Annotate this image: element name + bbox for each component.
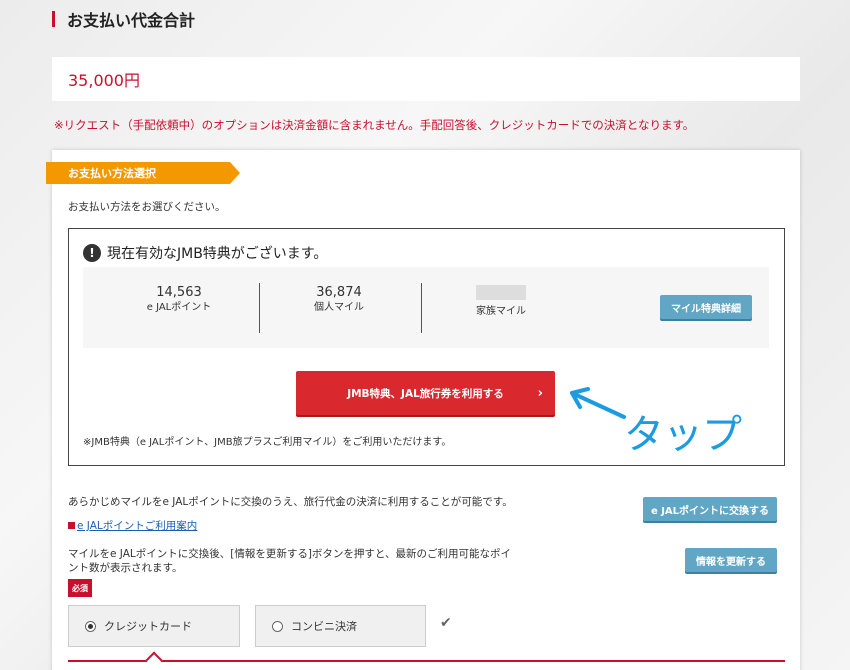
selected-option-underline [68, 660, 785, 662]
use-jmb-benefit-label: JMB特典、JAL旅行券を利用する [347, 387, 504, 400]
required-badge: 必須 [68, 579, 92, 597]
stat-value: 36,874 [316, 285, 362, 300]
title-accent-bar [52, 11, 55, 27]
stat-value: 14,563 [156, 285, 202, 300]
option-credit-card[interactable]: クレジットカード [68, 605, 240, 647]
stat-family-miles: 家族マイル [421, 285, 581, 319]
jmb-heading-text: 現在有効なJMB特典がございます。 [107, 246, 328, 262]
exchange-description: あらかじめマイルをe JALポイントに交換のうえ、旅行代金の決済に利用することが… [68, 496, 513, 508]
update-description-line1: マイルをe JALポイントに交換後、[情報を更新する]ボタンを押すと、最新のご利… [68, 548, 512, 560]
stat-label: 個人マイル [314, 302, 364, 313]
page-title: お支払い代金合計 [52, 8, 195, 30]
option-label: コンビニ決済 [291, 620, 357, 633]
page-title-text: お支払い代金合計 [67, 11, 196, 30]
chevron-right-icon: › [537, 385, 543, 401]
option-convenience-store[interactable]: コンビニ決済 [255, 605, 426, 647]
total-amount-box: 35,000円 [52, 57, 800, 101]
ejal-guide-link[interactable]: e JALポイントご利用案内 [68, 518, 197, 533]
option-label: クレジットカード [104, 620, 192, 633]
exclamation-icon: ! [83, 244, 101, 262]
ribbon-label: お支払い方法選択 [68, 167, 156, 180]
stat-ejal-points: 14,563 e JALポイント [99, 285, 259, 315]
selected-option-pointer [145, 651, 163, 669]
stat-label: 家族マイル [476, 306, 526, 317]
jmb-heading: ! 現在有効なJMB特典がございます。 [83, 243, 327, 263]
mileage-stats: 14,563 e JALポイント 36,874 個人マイル 家族マイル マイル特… [83, 267, 769, 348]
radio-selected-icon[interactable] [85, 620, 96, 632]
stat-label: e JALポイント [146, 302, 212, 313]
exchange-points-button[interactable]: e JALポイントに交換する [643, 497, 777, 521]
ejal-guide-link-text: e JALポイントご利用案内 [77, 520, 198, 532]
total-amount: 35,000円 [68, 71, 140, 90]
section-ribbon: お支払い方法選択 [46, 162, 240, 184]
jmb-note: ※JMB特典（e JALポイント、JMB旅プラスご利用マイル）をご利用いただけま… [83, 437, 452, 448]
link-marker-icon [68, 522, 75, 529]
radio-unselected-icon[interactable] [272, 620, 283, 632]
stat-personal-miles: 36,874 個人マイル [259, 285, 419, 315]
update-description: マイルをe JALポイントに交換後、[情報を更新する]ボタンを押すと、最新のご利… [68, 547, 511, 575]
redacted-block [476, 285, 526, 300]
request-notice: ※リクエスト（手配依頼中）のオプションは決済金額に含まれません。手配回答後、クレ… [54, 118, 695, 132]
stat-value-redacted [421, 285, 581, 305]
mileage-detail-button[interactable]: マイル特典詳細 [660, 295, 752, 319]
update-description-line2: ント数が表示されます。 [68, 562, 183, 574]
checkmark-icon: ✔ [440, 615, 452, 631]
use-jmb-benefit-button[interactable]: JMB特典、JAL旅行券を利用する › [296, 371, 555, 415]
annotation-tap-label: タップ [624, 412, 742, 458]
annotation-arrow-icon [570, 387, 626, 419]
select-instruction: お支払い方法をお選びください。 [68, 201, 226, 213]
update-info-button[interactable]: 情報を更新する [685, 548, 777, 572]
